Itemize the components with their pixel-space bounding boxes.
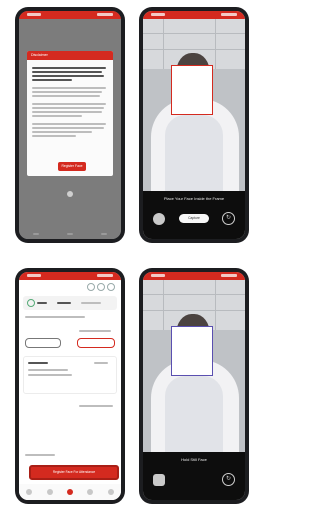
bottom-nav (19, 484, 121, 500)
phone-home: Register Face For Attendance (15, 268, 125, 504)
loading-icon (67, 191, 73, 197)
phone-capture-2: Hold Still Face ↻ (139, 268, 249, 504)
toolbar (19, 280, 121, 292)
consent-dialog: Disclaimer Register Face (27, 51, 113, 176)
tab-approved[interactable] (77, 338, 115, 348)
status-bar (19, 11, 121, 19)
check-in-card (23, 296, 117, 310)
settings-icon[interactable] (97, 283, 105, 291)
nav-item[interactable] (26, 489, 33, 495)
screen: Disclaimer Register Face (19, 11, 121, 239)
notification-icon[interactable] (87, 283, 95, 291)
tab-pending[interactable] (25, 338, 61, 348)
screen: Place Your Face Inside the Frame Capture… (143, 11, 245, 239)
dialog-title: Disclaimer (27, 51, 113, 60)
register-face-cta-button[interactable]: Register Face For Attendance (29, 465, 119, 480)
nav-item[interactable] (46, 489, 53, 495)
menu-icon[interactable] (107, 283, 115, 291)
phone-consent: Disclaimer Register Face (15, 7, 125, 243)
info-card (23, 356, 117, 394)
avatar (153, 213, 165, 225)
register-face-button[interactable]: Register Face (58, 162, 86, 171)
camera-switch-icon[interactable]: ↻ (222, 473, 235, 486)
status-bar (143, 272, 245, 280)
nav-item[interactable] (87, 489, 94, 495)
camera-preview (143, 280, 245, 460)
face-frame (171, 326, 213, 376)
camera-preview (143, 19, 245, 199)
instruction-text: Hold Still Face (181, 457, 207, 462)
camera-switch-icon[interactable]: ↻ (222, 212, 235, 225)
screen: Register Face For Attendance (19, 272, 121, 500)
camera-controls: Hold Still Face ↻ (143, 452, 245, 500)
status-bar (19, 272, 121, 280)
status-bar (143, 11, 245, 19)
instruction-text: Place Your Face Inside the Frame (163, 196, 225, 201)
avatar (153, 474, 165, 486)
nav-item-home[interactable] (66, 489, 73, 495)
phone-capture-1: Place Your Face Inside the Frame Capture… (139, 7, 249, 243)
camera-controls: Place Your Face Inside the Frame Capture… (143, 191, 245, 239)
system-nav-bar (19, 229, 121, 239)
face-frame (171, 65, 213, 115)
screen: Hold Still Face ↻ (143, 272, 245, 500)
capture-button[interactable]: Capture (179, 214, 209, 223)
nav-item[interactable] (107, 489, 114, 495)
